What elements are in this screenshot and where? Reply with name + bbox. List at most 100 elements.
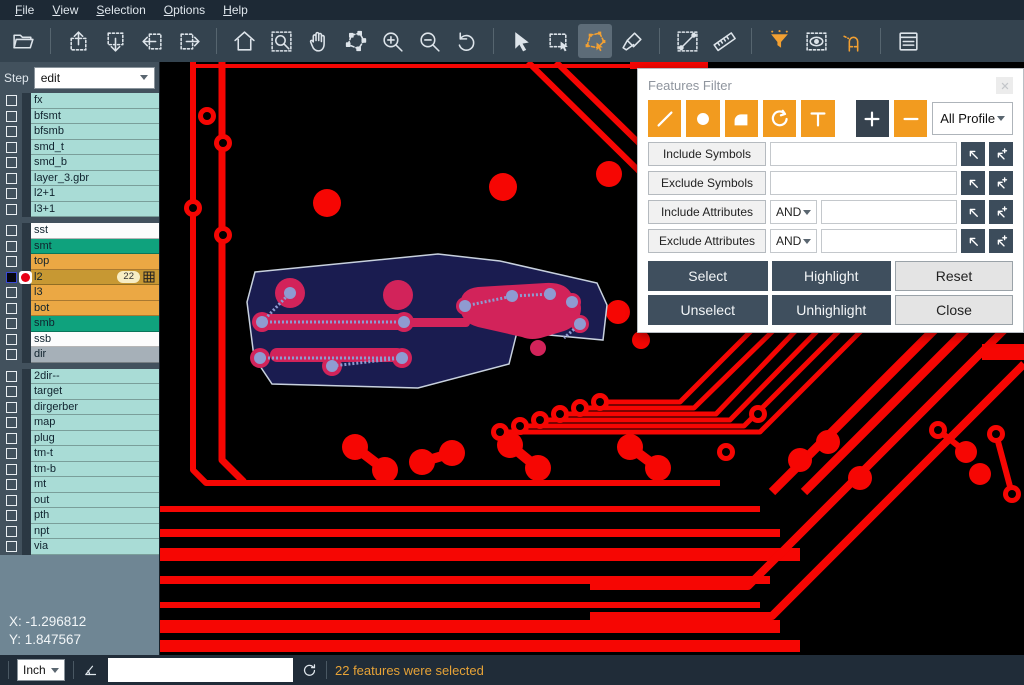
layer-visibility-checkbox[interactable] (0, 477, 22, 493)
layer-visibility-checkbox[interactable] (0, 462, 22, 478)
layer-visibility-checkbox[interactable] (0, 415, 22, 431)
layer-name[interactable]: layer_3.gbr (31, 171, 159, 187)
layer-row-bot[interactable]: bot (0, 301, 159, 317)
pick-from-canvas-button[interactable] (961, 171, 985, 195)
send-up-button[interactable] (61, 24, 95, 58)
clean-brush-button[interactable] (615, 24, 649, 58)
unit-select[interactable]: Inch (17, 659, 65, 681)
layer-visibility-checkbox[interactable] (0, 202, 22, 218)
layer-visibility-checkbox[interactable] (0, 186, 22, 202)
layer-row-ssb[interactable]: ssb (0, 332, 159, 348)
layer-name[interactable]: l2+1 (31, 186, 159, 202)
layer-row-map[interactable]: map (0, 415, 159, 431)
layer-row-l2+1[interactable]: l2+1 (0, 186, 159, 202)
layer-visibility-checkbox[interactable] (0, 539, 22, 555)
layer-row-l2[interactable]: l222 (0, 270, 159, 286)
add-mode-button[interactable] (856, 100, 889, 137)
zoom-polygon-button[interactable] (338, 24, 372, 58)
layer-row-smb[interactable]: smb (0, 316, 159, 332)
layer-name[interactable]: smb (31, 316, 159, 332)
layer-name[interactable]: l222 (31, 270, 159, 286)
layer-row-2dir--[interactable]: 2dir-- (0, 369, 159, 385)
include-symbols-button[interactable]: Include Symbols (648, 142, 766, 166)
layer-visibility-checkbox[interactable] (0, 332, 22, 348)
layer-name[interactable]: l3 (31, 285, 159, 301)
layer-visibility-checkbox[interactable] (0, 384, 22, 400)
step-select[interactable]: edit (34, 67, 155, 89)
pick-from-canvas-button[interactable] (961, 229, 985, 253)
zoom-out-button[interactable] (412, 24, 446, 58)
layer-name[interactable]: plug (31, 431, 159, 447)
exclude-attributes-input[interactable] (821, 229, 957, 253)
layer-name[interactable]: sst (31, 223, 159, 239)
layer-visibility-checkbox[interactable] (0, 285, 22, 301)
layer-row-smd_b[interactable]: smd_b (0, 155, 159, 171)
remove-mode-button[interactable] (894, 100, 927, 137)
refresh-icon[interactable] (301, 662, 318, 679)
send-left-button[interactable] (135, 24, 169, 58)
layer-visibility-checkbox[interactable] (0, 171, 22, 187)
zoom-area-button[interactable] (264, 24, 298, 58)
pick-from-canvas-button[interactable] (961, 142, 985, 166)
layer-row-l3+1[interactable]: l3+1 (0, 202, 159, 218)
layer-name[interactable]: pth (31, 508, 159, 524)
layer-name[interactable]: bfsmt (31, 109, 159, 125)
select-arrow-button[interactable] (504, 24, 538, 58)
layer-row-bfsmb[interactable]: bfsmb (0, 124, 159, 140)
feature-panel-button[interactable] (891, 24, 925, 58)
unselect-button[interactable]: Unselect (648, 295, 768, 325)
command-input[interactable] (108, 658, 293, 682)
layer-name[interactable]: mt (31, 477, 159, 493)
send-right-button[interactable] (172, 24, 206, 58)
layer-name[interactable]: dirgerber (31, 400, 159, 416)
pick-from-canvas-button[interactable] (961, 200, 985, 224)
highlight-button[interactable]: Highlight (772, 261, 892, 291)
layer-row-smt[interactable]: smt (0, 239, 159, 255)
layer-visibility-checkbox[interactable] (0, 316, 22, 332)
include-attributes-button[interactable]: Include Attributes (648, 200, 766, 224)
layer-name[interactable]: 2dir-- (31, 369, 159, 385)
dialog-title-bar[interactable]: Features Filter (648, 76, 1013, 95)
layer-name[interactable]: smd_t (31, 140, 159, 156)
layer-name[interactable]: dir (31, 347, 159, 363)
layer-name[interactable]: bot (31, 301, 159, 317)
line-tool-button[interactable] (648, 100, 681, 137)
select-button[interactable]: Select (648, 261, 768, 291)
layer-visibility-checkbox[interactable] (0, 109, 22, 125)
menu-file[interactable]: File (6, 0, 43, 20)
layer-name[interactable]: target (31, 384, 159, 400)
layer-name[interactable]: ssb (31, 332, 159, 348)
exclude-symbols-input[interactable] (770, 171, 957, 195)
pick-add-button[interactable] (989, 200, 1013, 224)
angle-measure-icon[interactable] (82, 661, 100, 679)
unhighlight-button[interactable]: Unhighlight (772, 295, 892, 325)
select-polygon-button[interactable] (578, 24, 612, 58)
send-down-button[interactable] (98, 24, 132, 58)
zoom-previous-button[interactable] (449, 24, 483, 58)
layer-row-smd_t[interactable]: smd_t (0, 140, 159, 156)
layer-visibility-checkbox[interactable] (0, 93, 22, 109)
snap-magnet-button[interactable] (836, 24, 870, 58)
layer-row-top[interactable]: top (0, 254, 159, 270)
pick-add-button[interactable] (989, 171, 1013, 195)
menu-selection[interactable]: Selection (87, 0, 154, 20)
pick-add-button[interactable] (989, 229, 1013, 253)
layer-row-target[interactable]: target (0, 384, 159, 400)
layer-visibility-checkbox[interactable] (0, 140, 22, 156)
layer-row-out[interactable]: out (0, 493, 159, 509)
layer-visibility-checkbox[interactable] (0, 508, 22, 524)
reset-button[interactable]: Reset (895, 261, 1013, 291)
layer-row-npt[interactable]: npt (0, 524, 159, 540)
layer-row-tm-b[interactable]: tm-b (0, 462, 159, 478)
layer-name[interactable]: tm-t (31, 446, 159, 462)
layer-name[interactable]: smt (31, 239, 159, 255)
layer-row-mt[interactable]: mt (0, 477, 159, 493)
menu-options[interactable]: Options (155, 0, 214, 20)
pick-add-button[interactable] (989, 142, 1013, 166)
layer-name[interactable]: out (31, 493, 159, 509)
layer-name[interactable]: bfsmb (31, 124, 159, 140)
layer-row-plug[interactable]: plug (0, 431, 159, 447)
layer-row-dir[interactable]: dir (0, 347, 159, 363)
layer-name[interactable]: smd_b (31, 155, 159, 171)
layer-visibility-checkbox[interactable] (0, 400, 22, 416)
